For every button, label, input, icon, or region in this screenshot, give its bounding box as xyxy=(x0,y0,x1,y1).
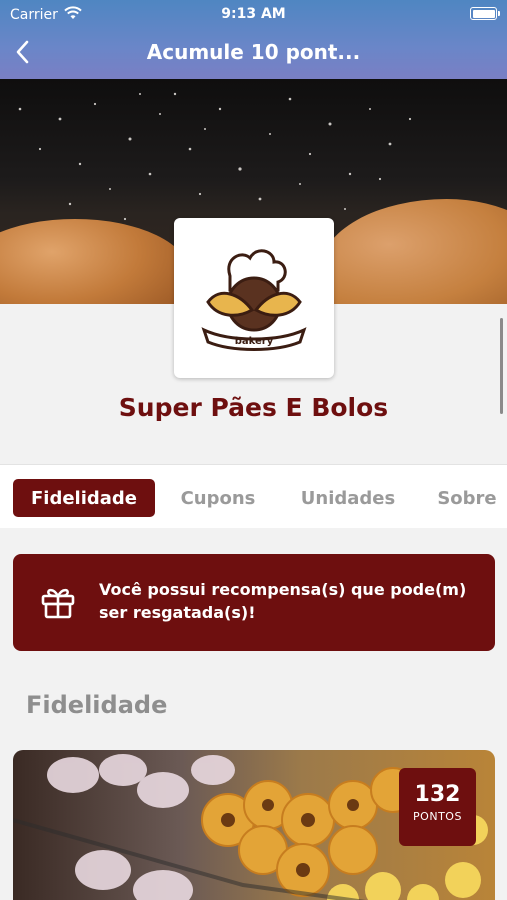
status-bar: Carrier 9:13 AM xyxy=(0,0,507,28)
loyalty-card[interactable]: 132 PONTOS xyxy=(13,750,495,900)
status-time: 9:13 AM xyxy=(221,6,286,22)
reward-banner[interactable]: Você possui recompensa(s) que pode(m) se… xyxy=(13,554,495,651)
reward-message: Você possui recompensa(s) que pode(m) se… xyxy=(99,580,467,622)
points-value: 132 xyxy=(414,782,461,807)
tab-cupons[interactable]: Cupons xyxy=(170,479,266,517)
tab-bar: Fidelidade Cupons Unidades Sobre xyxy=(0,464,507,528)
battery-icon xyxy=(470,7,500,20)
points-badge: 132 PONTOS xyxy=(399,768,476,846)
store-logo: bakery xyxy=(174,218,334,378)
tab-unidades[interactable]: Unidades xyxy=(292,479,404,517)
tab-fidelidade[interactable]: Fidelidade xyxy=(13,479,155,517)
points-label: PONTOS xyxy=(413,810,462,823)
gift-icon xyxy=(39,583,77,625)
page-title: Acumule 10 pont... xyxy=(146,40,361,64)
section-title: Fidelidade xyxy=(26,691,168,719)
top-header: Carrier 9:13 AM Acumule 10 pont... xyxy=(0,0,507,79)
logo-text: bakery xyxy=(235,336,274,347)
store-name: Super Pães E Bolos xyxy=(118,393,389,422)
bakery-logo-icon: bakery xyxy=(201,249,307,351)
tab-sobre[interactable]: Sobre xyxy=(428,479,506,517)
scrollbar[interactable] xyxy=(500,318,503,414)
